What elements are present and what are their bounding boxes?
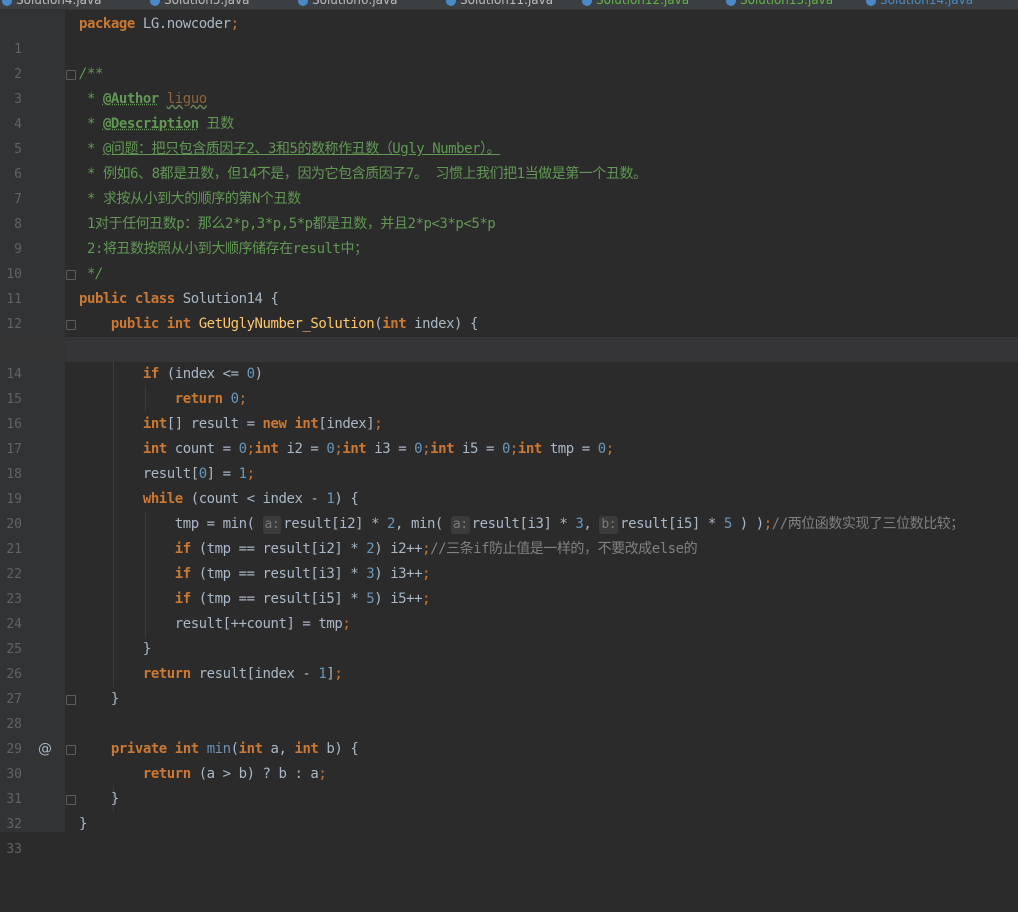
code-line[interactable]: 6 * @问题：把只包含质因子2、3和5的数称作丑数（Ugly Number）。 [0, 137, 1018, 182]
tab-label: Solution11.java [460, 0, 554, 7]
override-marker-icon[interactable]: @ [38, 737, 52, 762]
code-line[interactable]: 2 [0, 37, 1018, 82]
tab-label: Solution12.java [596, 0, 690, 7]
code-line[interactable]: 10 2:将丑数按照从小到大顺序储存在result中； [0, 237, 1018, 282]
tab-solution6-java[interactable]: Solution6.java [296, 0, 397, 9]
param-hint: b: [599, 516, 619, 534]
java-class-icon [446, 0, 456, 6]
code-line[interactable]: 8 * 求按从小到大的顺序的第N个丑数 [0, 187, 1018, 232]
code-line[interactable]: 15 if (index <= 0) [0, 362, 1018, 407]
code-line[interactable]: 11 */ [0, 262, 1018, 307]
param-hint: a: [262, 516, 282, 534]
code-line[interactable]: 27 return result[index - 1]; [0, 662, 1018, 707]
code-line[interactable]: 31 return (a > b) ? b : a; [0, 762, 1018, 807]
code-line[interactable]: 1 package LG.nowcoder; [0, 12, 1018, 57]
java-class-icon [582, 0, 592, 6]
code-line[interactable]: 7 * 例如6、8都是丑数，但14不是，因为它包含质因子7。 习惯上我们把1当做… [0, 162, 1018, 207]
code-line[interactable]: 5 * @Description 丑数 [0, 112, 1018, 157]
tab-label: Solution4.java [16, 0, 102, 7]
fold-icon[interactable] [66, 70, 76, 80]
code-line[interactable]: 13 public int GetUglyNumber_Solution(int… [0, 312, 1018, 357]
code-line[interactable]: 9 1对于任何丑数p：那么2*p,3*p,5*p都是丑数，并且2*p<3*p<5… [0, 212, 1018, 257]
fold-icon[interactable] [66, 695, 76, 705]
code-editor[interactable]: 1 package LG.nowcoder; 2 3 /** 4 * @Auth… [0, 12, 1018, 857]
code-line[interactable]: 21 tmp = min( a: result[i2] * 2, min( a: r… [0, 512, 1018, 557]
fold-icon[interactable] [66, 795, 76, 805]
tab-label: Solution5.java [164, 0, 250, 7]
code-line[interactable]: 30 @ private int min(int a, int b) { [0, 737, 1018, 782]
code-line[interactable]: 24 if (tmp == result[i5] * 5) i5++; [0, 587, 1018, 632]
tab-solution5-java[interactable]: Solution5.java [148, 0, 249, 9]
code-line[interactable]: 33 } [0, 812, 1018, 857]
tab-solution4-java[interactable]: Solution4.java [0, 0, 101, 9]
code-line[interactable]: 25 result[++count] = tmp; [0, 612, 1018, 657]
code-line[interactable]: 29 [0, 712, 1018, 757]
code-line[interactable]: 22 if (tmp == result[i2] * 2) i2++;//三条i… [0, 537, 1018, 582]
code-line-current[interactable]: 14 [0, 337, 1018, 382]
code-line[interactable]: 12 public class Solution14 { [0, 287, 1018, 332]
code-line[interactable]: 4 * @Author liguo [0, 87, 1018, 132]
tab-solution13-java[interactable]: Solution13.java [724, 0, 833, 9]
tab-label: Solution14.java [880, 0, 974, 7]
code-line[interactable]: 3 /** [0, 62, 1018, 107]
tab-solution14-java[interactable]: Solution14.java [864, 0, 974, 9]
fold-icon[interactable] [66, 270, 76, 280]
code-line[interactable]: 28 } [0, 687, 1018, 732]
java-class-icon [726, 0, 736, 6]
code-line[interactable]: 23 if (tmp == result[i3] * 3) i3++; [0, 562, 1018, 607]
tab-label: Solution13.java [740, 0, 834, 7]
tab-label: Solution6.java [312, 0, 398, 7]
java-class-icon [2, 0, 12, 6]
param-hint: a: [450, 516, 470, 534]
code-line[interactable]: 19 result[0] = 1; [0, 462, 1018, 507]
fold-icon[interactable] [66, 320, 76, 330]
line-number: 33 [6, 842, 22, 857]
code-line[interactable]: 26 } [0, 637, 1018, 682]
editor-tab-bar: Solution4.java Solution5.java Solution6.ja… [0, 0, 1018, 10]
code-line[interactable]: 32 } [0, 787, 1018, 832]
code-line[interactable]: 16 return 0; [0, 387, 1018, 432]
code-line[interactable]: 20 while (count < index - 1) { [0, 487, 1018, 532]
fold-icon[interactable] [66, 745, 76, 755]
tab-solution11-java[interactable]: Solution11.java [444, 0, 553, 9]
java-class-icon [150, 0, 160, 6]
java-class-icon [866, 0, 876, 6]
java-class-icon [298, 0, 308, 6]
code-line[interactable]: 17 int[] result = new int[index]; [0, 412, 1018, 457]
code-line[interactable]: 18 int count = 0;int i2 = 0;int i3 = 0;i… [0, 437, 1018, 482]
tab-solution12-java[interactable]: Solution12.java [580, 0, 689, 9]
